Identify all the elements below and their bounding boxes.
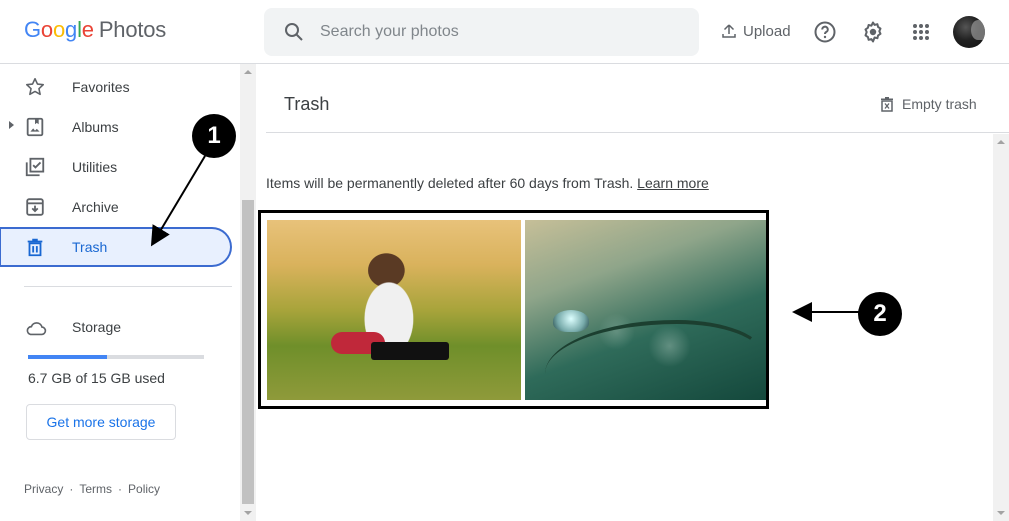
search-input[interactable]: Search your photos bbox=[264, 8, 699, 56]
album-icon bbox=[26, 117, 44, 137]
google-photos-logo[interactable]: Google Photos bbox=[24, 17, 166, 43]
scroll-up-arrow-icon[interactable] bbox=[244, 70, 252, 74]
trash-notice: Items will be permanently deleted after … bbox=[266, 175, 709, 191]
footer-separator: · bbox=[118, 482, 123, 496]
callout-badge-1: 1 bbox=[192, 114, 236, 158]
photo-thumbnail[interactable] bbox=[267, 220, 521, 400]
privacy-link[interactable]: Privacy bbox=[24, 482, 63, 496]
photo-detail bbox=[371, 342, 449, 360]
empty-trash-label: Empty trash bbox=[902, 96, 977, 112]
trash-icon bbox=[27, 238, 43, 257]
photo-detail bbox=[553, 310, 589, 332]
avatar[interactable] bbox=[953, 16, 985, 48]
empty-trash-icon bbox=[881, 97, 893, 112]
logo-letter: g bbox=[65, 17, 78, 42]
get-more-storage-button[interactable]: Get more storage bbox=[26, 404, 176, 440]
sidebar-item-label: Favorites bbox=[72, 79, 130, 95]
terms-link[interactable]: Terms bbox=[79, 482, 112, 496]
sidebar-item-trash[interactable]: Trash bbox=[0, 227, 232, 267]
footer-separator: · bbox=[69, 482, 74, 496]
sidebar-item-label: Albums bbox=[72, 119, 119, 135]
sidebar-item-archive[interactable]: Archive bbox=[0, 187, 232, 227]
main-scrollbar[interactable] bbox=[993, 134, 1009, 521]
main-content: Trash Empty trash Items will be permanen… bbox=[256, 64, 1009, 521]
search-placeholder: Search your photos bbox=[320, 23, 459, 40]
photo-detail bbox=[545, 320, 765, 410]
sidebar-footer: Privacy · Terms · Policy bbox=[24, 482, 160, 496]
upload-button[interactable]: Upload bbox=[720, 22, 791, 40]
storage-usage-text: 6.7 GB of 15 GB used bbox=[28, 370, 165, 386]
sidebar-item-utilities[interactable]: Utilities bbox=[0, 147, 232, 187]
sidebar-item-label: Utilities bbox=[72, 159, 118, 175]
storage-progress-bar bbox=[28, 355, 204, 359]
help-icon[interactable] bbox=[813, 20, 837, 44]
utilities-icon bbox=[25, 157, 45, 177]
search-icon[interactable] bbox=[282, 20, 306, 44]
logo-letter: o bbox=[40, 17, 53, 42]
header-divider bbox=[266, 132, 1009, 133]
logo-letter: G bbox=[24, 17, 41, 42]
settings-icon[interactable] bbox=[861, 20, 885, 44]
expand-caret-icon[interactable] bbox=[9, 121, 14, 129]
sidebar-item-label: Archive bbox=[72, 199, 119, 215]
cloud-icon bbox=[26, 322, 47, 336]
scroll-down-arrow-icon[interactable] bbox=[244, 511, 252, 515]
sidebar-item-label: Trash bbox=[72, 239, 108, 255]
star-icon bbox=[25, 77, 45, 96]
logo-letter: o bbox=[52, 17, 66, 42]
sidebar-item-favorites[interactable]: Favorites bbox=[0, 67, 232, 107]
page-title: Trash bbox=[284, 94, 330, 114]
scroll-down-arrow-icon[interactable] bbox=[997, 511, 1005, 515]
sidebar-divider bbox=[24, 286, 232, 287]
top-bar: Google Photos Search your photos Upload bbox=[0, 0, 1009, 64]
upload-icon bbox=[722, 24, 736, 38]
scrollbar-thumb[interactable] bbox=[242, 200, 254, 504]
storage-label[interactable]: Storage bbox=[72, 319, 121, 335]
apps-grid-icon[interactable] bbox=[909, 20, 933, 44]
archive-icon bbox=[26, 198, 44, 216]
scroll-up-arrow-icon[interactable] bbox=[997, 140, 1005, 144]
logo-letter: e bbox=[81, 17, 94, 42]
empty-trash-button[interactable]: Empty trash bbox=[880, 96, 977, 112]
logo-product-name: Photos bbox=[98, 17, 167, 42]
callout-badge-2: 2 bbox=[858, 292, 902, 336]
policy-link[interactable]: Policy bbox=[128, 482, 160, 496]
learn-more-link[interactable]: Learn more bbox=[637, 175, 709, 191]
photo-thumbnail[interactable] bbox=[525, 220, 766, 400]
photos-highlight-box bbox=[258, 210, 769, 409]
sidebar-scrollbar[interactable] bbox=[240, 64, 256, 521]
trash-notice-text: Items will be permanently deleted after … bbox=[266, 175, 634, 191]
storage-progress-fill bbox=[28, 355, 107, 359]
upload-label: Upload bbox=[743, 22, 791, 40]
